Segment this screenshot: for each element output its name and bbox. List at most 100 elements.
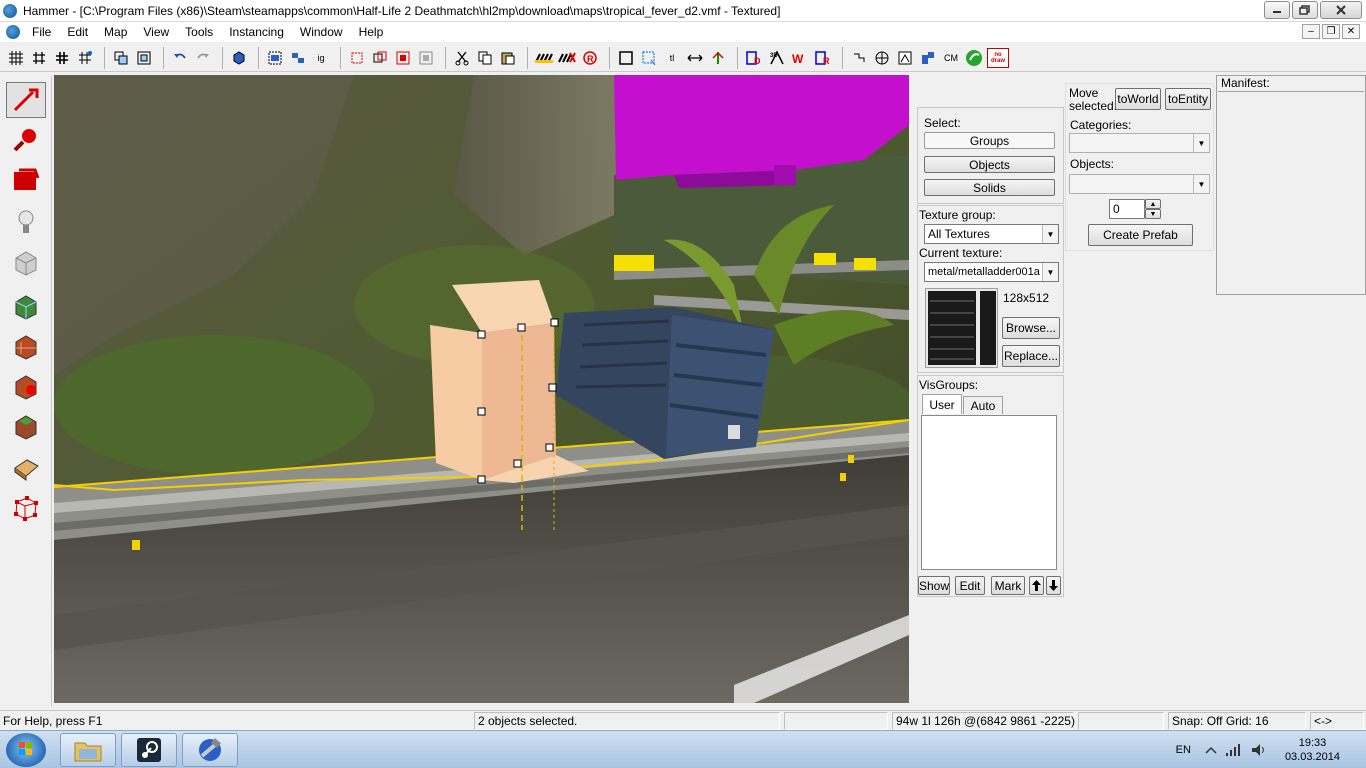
create-prefab-button[interactable]: Create Prefab [1088, 224, 1193, 246]
browse-button[interactable]: Browse... [1002, 317, 1060, 339]
menu-map[interactable]: Map [96, 25, 135, 39]
tab-auto[interactable]: Auto [963, 396, 1003, 414]
start-button[interactable] [6, 733, 46, 767]
sound-browser-icon[interactable] [918, 48, 938, 68]
mdi-restore-button[interactable]: ❐ [1322, 24, 1340, 39]
document-icon[interactable] [6, 25, 20, 39]
current-texture-select[interactable]: metal/metalladder001a ▼ [924, 262, 1059, 282]
prefab-spin-input[interactable]: 0 [1109, 199, 1145, 219]
show-all-icon[interactable] [393, 48, 413, 68]
paste-icon[interactable] [498, 48, 518, 68]
redo-icon[interactable] [193, 48, 213, 68]
grid-3d-icon[interactable] [75, 48, 95, 68]
copy-icon[interactable] [475, 48, 495, 68]
menu-instancing[interactable]: Instancing [221, 25, 292, 39]
carve-icon[interactable] [111, 48, 131, 68]
tab-user[interactable]: User [922, 394, 962, 414]
title-bar[interactable]: Hammer - [C:\Program Files (x86)\Steam\s… [0, 0, 1366, 22]
categories-select[interactable]: ▼ [1069, 133, 1210, 153]
model-scale-icon[interactable]: R [813, 48, 833, 68]
mdi-minimize-button[interactable]: – [1302, 24, 1320, 39]
texture-application-tool[interactable] [6, 288, 46, 324]
texture-group-select[interactable]: All Textures ▼ [924, 224, 1059, 244]
taskbar-steam[interactable] [121, 733, 177, 767]
menu-file[interactable]: File [24, 25, 59, 39]
arrows-icon[interactable] [685, 48, 705, 68]
grid-small-icon[interactable] [29, 48, 49, 68]
clock[interactable]: 19:33 03.03.2014 [1285, 736, 1340, 764]
visgroup-edit-button[interactable]: Edit [955, 576, 985, 595]
entity-tool[interactable] [6, 204, 46, 240]
undo-icon[interactable] [170, 48, 190, 68]
texture-scale-lock-icon[interactable] [557, 48, 577, 68]
toolbar-tl-button[interactable]: tl [662, 48, 682, 68]
clipping-tool[interactable] [6, 450, 46, 486]
menu-view[interactable]: View [135, 25, 177, 39]
toolbar-cm-button[interactable]: CM [941, 48, 961, 68]
entity-report-icon[interactable] [849, 48, 869, 68]
hollow-icon[interactable] [134, 48, 154, 68]
camera-tool[interactable] [6, 162, 46, 198]
texture-browser-icon[interactable] [895, 48, 915, 68]
run-map-icon[interactable] [964, 48, 984, 68]
volume-icon[interactable] [1251, 743, 1267, 757]
magnify-tool[interactable] [6, 122, 46, 158]
cordon-icon[interactable] [708, 48, 728, 68]
language-indicator[interactable]: EN [1176, 744, 1191, 756]
solids-button[interactable]: Solids [924, 179, 1055, 196]
cube-blue-icon[interactable] [229, 48, 249, 68]
mdi-close-button[interactable]: ✕ [1342, 24, 1360, 39]
close-button[interactable] [1320, 1, 1362, 19]
taskbar-hammer[interactable] [182, 733, 238, 767]
nodraw-button[interactable]: no draw [987, 47, 1009, 68]
tray-expand-icon[interactable] [1205, 745, 1217, 755]
ungroup-icon[interactable] [288, 48, 308, 68]
hammer-app-icon[interactable] [3, 3, 17, 18]
maximize-button[interactable] [1292, 1, 1318, 19]
hide-selected-icon[interactable] [347, 48, 367, 68]
select-marquee-icon[interactable] [639, 48, 659, 68]
to-entity-button[interactable]: toEntity [1165, 88, 1211, 110]
decal-tool[interactable] [6, 368, 46, 404]
apply-current-texture-tool[interactable] [6, 328, 46, 364]
groups-button[interactable]: Groups [924, 132, 1055, 149]
menu-tools[interactable]: Tools [177, 25, 221, 39]
objects-button[interactable]: Objects [924, 156, 1055, 173]
visgroups-list[interactable] [921, 415, 1057, 570]
network-icon[interactable] [1225, 743, 1243, 757]
hide-unselected-icon[interactable] [370, 48, 390, 68]
cut-icon[interactable] [452, 48, 472, 68]
menu-window[interactable]: Window [292, 25, 351, 39]
toggle-helpers-icon[interactable]: W [790, 48, 810, 68]
visgroup-down-button[interactable] [1046, 576, 1061, 595]
toggle-3d-grid-icon[interactable]: 3D [767, 48, 787, 68]
replace-button[interactable]: Replace... [1002, 345, 1060, 367]
visgroup-mark-button[interactable]: Mark [991, 576, 1025, 595]
globe-icon[interactable] [872, 48, 892, 68]
menu-help[interactable]: Help [351, 25, 392, 39]
group-icon[interactable] [265, 48, 285, 68]
taskbar-explorer[interactable] [60, 733, 116, 767]
texture-lock-icon[interactable] [534, 48, 554, 68]
block-tool[interactable] [6, 244, 46, 280]
visgroup-icon[interactable] [416, 48, 436, 68]
to-world-button[interactable]: toWorld [1115, 88, 1161, 110]
radius-culling-icon[interactable]: R [580, 48, 600, 68]
visgroup-show-button[interactable]: Show [918, 576, 950, 595]
overlay-tool[interactable] [6, 408, 46, 444]
visgroup-up-button[interactable] [1029, 576, 1044, 595]
grid-larger-icon[interactable] [52, 48, 72, 68]
ignore-group-icon[interactable]: ig [311, 48, 331, 68]
vertex-tool[interactable] [6, 490, 46, 526]
grid-icon[interactable] [6, 48, 26, 68]
menu-edit[interactable]: Edit [59, 25, 96, 39]
spin-up-button[interactable]: ▲ [1145, 199, 1161, 209]
3d-viewport[interactable] [54, 75, 909, 703]
display-models-icon[interactable]: D [744, 48, 764, 68]
select-box-icon[interactable] [616, 48, 636, 68]
minimize-button[interactable] [1264, 1, 1290, 19]
texture-preview[interactable] [925, 288, 998, 368]
spin-down-button[interactable]: ▼ [1145, 209, 1161, 219]
objects-select[interactable]: ▼ [1069, 174, 1210, 194]
selection-tool[interactable] [6, 82, 46, 118]
